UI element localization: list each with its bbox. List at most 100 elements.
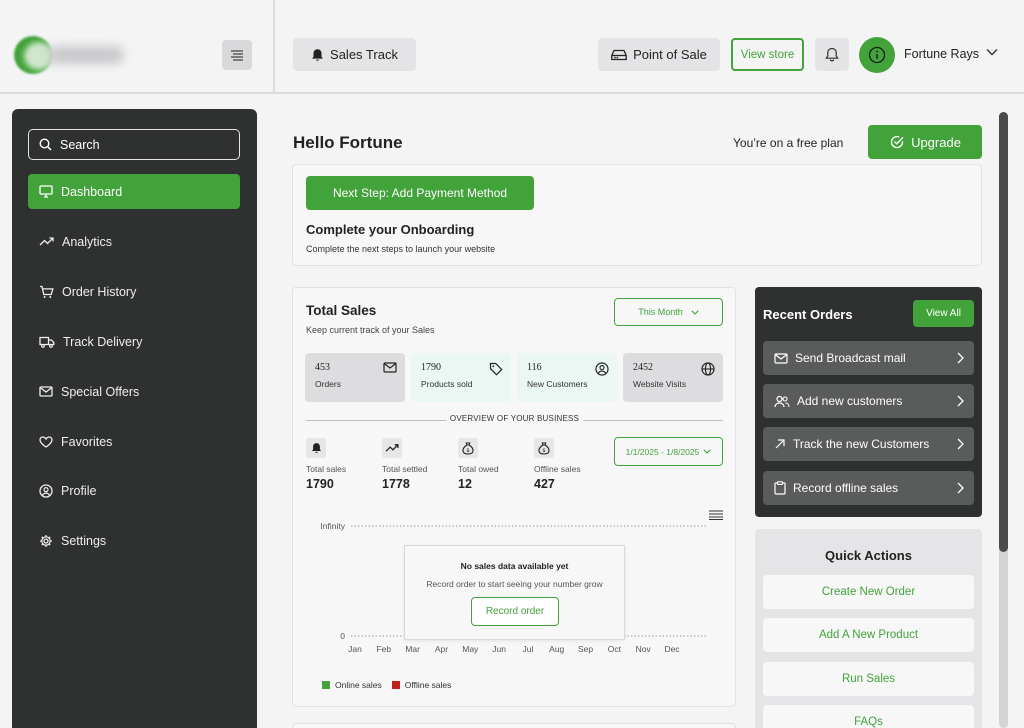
sidebar-item-favorites[interactable]: Favorites	[28, 424, 240, 459]
quick-actions-title: Quick Actions	[825, 548, 912, 563]
sidebar-item-order-history[interactable]: Order History	[28, 274, 240, 309]
chevron-right-icon	[957, 395, 964, 407]
notifications-button[interactable]	[815, 38, 849, 71]
drive-icon	[611, 49, 627, 60]
menu-toggle-button[interactable]	[222, 40, 252, 70]
recent-orders-panel: Recent Orders View All Send Broadcast ma…	[755, 287, 982, 517]
sales-track-button[interactable]: Sales Track	[293, 38, 416, 71]
empty-state-panel: No sales data available yet Record order…	[404, 545, 625, 640]
chart-legend: Online sales Offline sales	[322, 680, 451, 690]
next-step-button[interactable]: Next Step: Add Payment Method	[306, 176, 534, 210]
sidebar-item-profile[interactable]: Profile	[28, 473, 240, 508]
sales-chart: Infinity 0Jan Feb Mar Apr May Jun Jul Aug Sep Oct N…	[320, 521, 706, 654]
x-tick-label: Dec	[664, 644, 680, 654]
sidebar-item-label: Analytics	[62, 234, 113, 249]
sidebar-item-label: Dashboard	[61, 184, 123, 199]
user-name[interactable]: Fortune Rays	[904, 47, 979, 61]
users-icon	[774, 395, 790, 407]
action-label: Record offline sales	[793, 481, 899, 495]
next-card	[292, 723, 736, 728]
action-send-broadcast-mail[interactable]: Send Broadcast mail	[763, 341, 974, 375]
trend-up-icon	[39, 237, 54, 246]
quick-run-sales[interactable]: Run Sales	[763, 662, 974, 696]
action-label: Track the new Customers	[793, 437, 930, 451]
x-tick-label: Mar	[405, 644, 420, 654]
page-title: Hello Fortune	[293, 133, 403, 152]
sidebar-item-label: Favorites	[61, 434, 113, 449]
recent-orders-title: Recent Orders	[763, 307, 853, 322]
sales-track-label: Sales Track	[330, 47, 398, 62]
action-add-new-customers[interactable]: Add new customers	[763, 384, 974, 418]
divider	[273, 0, 275, 94]
x-tick-label: Nov	[636, 644, 652, 654]
legend-swatch	[322, 681, 330, 689]
legend-item-online[interactable]: Online sales	[322, 680, 382, 690]
point-of-sale-button[interactable]: Point of Sale	[598, 38, 720, 71]
x-tick-label: Apr	[435, 644, 448, 654]
action-track-new-customers[interactable]: Track the new Customers	[763, 427, 974, 461]
sidebar-item-special-offers[interactable]: Special Offers	[28, 374, 240, 409]
quick-actions-panel: Quick Actions Create New Order Add A New…	[755, 529, 982, 728]
y-tick-label: Infinity	[320, 521, 345, 531]
view-store-button[interactable]: View store	[731, 38, 804, 71]
logo-text-blurred	[48, 46, 124, 64]
sidebar-item-dashboard[interactable]: Dashboard	[28, 174, 240, 209]
arrow-up-right-icon	[775, 439, 785, 449]
x-tick-label: Jan	[348, 644, 362, 654]
bell-outline-icon	[825, 47, 839, 62]
x-tick-label: May	[462, 644, 479, 654]
search-input[interactable]: Search	[28, 129, 240, 160]
bell-icon	[312, 48, 323, 61]
search-placeholder: Search	[60, 137, 100, 152]
sidebar-item-label: Profile	[61, 483, 97, 498]
truck-icon	[39, 336, 55, 348]
mail-icon	[39, 386, 53, 397]
sidebar-item-track-delivery[interactable]: Track Delivery	[28, 324, 240, 359]
chevron-down-icon	[986, 49, 998, 56]
sidebar: Search Dashboard Analytics Order History…	[12, 109, 257, 728]
chevron-right-icon	[957, 352, 964, 364]
sidebar-item-label: Track Delivery	[63, 334, 143, 349]
quick-faqs[interactable]: FAQs	[763, 705, 974, 728]
menu-icon	[231, 49, 243, 61]
user-menu-chevron[interactable]	[986, 48, 998, 56]
plan-status: You’re on a free plan	[733, 136, 844, 150]
mail-icon	[774, 352, 788, 364]
monitor-icon	[39, 185, 53, 198]
action-label: Send Broadcast mail	[795, 351, 906, 365]
onboarding-subtitle: Complete the next steps to launch your w…	[306, 244, 496, 254]
avatar[interactable]	[859, 37, 895, 73]
chevron-right-icon	[957, 482, 964, 494]
search-icon	[39, 138, 52, 151]
sidebar-item-settings[interactable]: Settings	[28, 523, 240, 558]
upgrade-label: Upgrade	[911, 134, 961, 150]
quick-create-new-order[interactable]: Create New Order	[763, 575, 974, 609]
onboarding-title: Complete your Onboarding	[306, 222, 475, 237]
legend-label: Online sales	[335, 680, 382, 690]
legend-item-offline[interactable]: Offline sales	[391, 680, 451, 690]
x-tick-label: Aug	[549, 644, 564, 654]
legend-swatch	[391, 681, 400, 689]
scrollbar-thumb[interactable]	[999, 112, 1008, 552]
logo[interactable]	[14, 36, 124, 74]
check-circle-icon	[890, 135, 904, 149]
point-of-sale-label: Point of Sale	[633, 47, 707, 62]
record-order-button[interactable]: Record order	[471, 597, 559, 626]
action-record-offline-sales[interactable]: Record offline sales	[763, 471, 974, 505]
upgrade-button[interactable]: Upgrade	[868, 125, 982, 159]
empty-state-subtitle: Record order to start seeing your number…	[426, 579, 603, 589]
quick-add-new-product[interactable]: Add A New Product	[763, 618, 974, 652]
empty-state-title: No sales data available yet	[460, 561, 569, 571]
gear-icon	[40, 534, 52, 547]
onboarding-card: Next Step: Add Payment Method Complete y…	[292, 164, 982, 266]
heart-icon	[39, 435, 53, 448]
clipboard-icon	[774, 481, 786, 495]
sidebar-item-analytics[interactable]: Analytics	[28, 224, 240, 259]
sidebar-item-label: Order History	[62, 284, 137, 299]
total-sales-card: Total Sales Keep current track of your S…	[292, 287, 736, 707]
view-all-button[interactable]: View All	[913, 300, 974, 327]
user-circle-icon	[39, 483, 53, 498]
info-icon	[868, 46, 886, 64]
action-label: Add new customers	[797, 394, 903, 408]
x-tick-label: Jun	[492, 644, 506, 654]
